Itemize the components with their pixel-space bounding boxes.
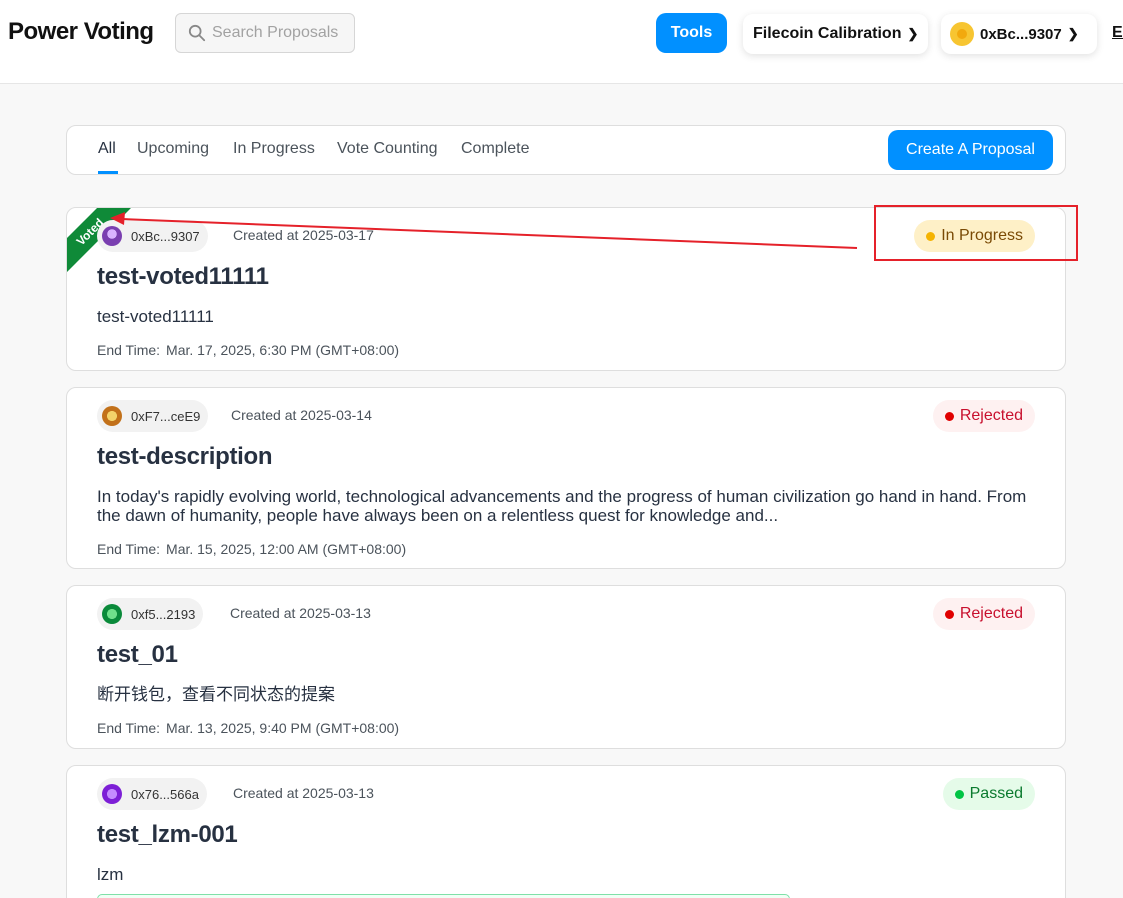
top-header: Power Voting Tools Filecoin Calibration …	[0, 0, 1123, 84]
proposal-description: lzm	[97, 865, 124, 884]
created-date: Created at 2025-03-14	[231, 407, 372, 423]
tab-complete[interactable]: Complete	[461, 140, 529, 158]
proposer-address-text: 0xF7...ceE9	[131, 408, 201, 424]
tab-all[interactable]: All	[98, 140, 116, 158]
status-dot-icon	[954, 789, 964, 799]
avatar	[102, 406, 122, 426]
tab-vote-counting[interactable]: Vote Counting	[337, 140, 438, 158]
avatar	[102, 784, 122, 804]
wallet-address: 0xBc...9307	[980, 25, 1062, 43]
end-time: End Time: Mar. 17, 2025, 6:30 PM (GMT+08:…	[97, 342, 405, 358]
created-date: Created at 2025-03-13	[230, 605, 371, 621]
network-label: Filecoin Calibration	[753, 25, 902, 42]
proposal-title: test_lzm-001	[97, 821, 238, 848]
status-dot-icon	[944, 609, 954, 619]
tab-upcoming[interactable]: Upcoming	[137, 140, 209, 158]
proposal-card[interactable]: 0x76...566a Created at 2025-03-13 Passed…	[66, 765, 1066, 898]
create-proposal-button[interactable]: Create A Proposal	[888, 130, 1053, 170]
end-time-value: Mar. 15, 2025, 12:00 AM (GMT+08:00)	[166, 541, 407, 557]
end-time-value: Mar. 17, 2025, 6:30 PM (GMT+08:00)	[166, 342, 400, 358]
proposer-address: 0xBc...9307	[97, 220, 208, 252]
proposer-address: 0xf5...2193	[97, 598, 204, 630]
proposer-address-text: 0xBc...9307	[131, 228, 200, 244]
end-time-label: End Time:	[97, 541, 161, 557]
proposal-description: In today's rapidly evolving world, techn…	[97, 487, 1027, 525]
app-logo[interactable]: Power Voting	[8, 18, 154, 46]
created-date: Created at 2025-03-13	[233, 785, 374, 801]
proposer-address: 0xF7...ceE9	[97, 400, 209, 432]
status-label: Rejected	[959, 605, 1023, 622]
chevron-down-icon: ❯	[907, 26, 919, 41]
avatar	[102, 226, 122, 246]
vote-result-bar	[97, 894, 790, 898]
proposer-address-text: 0xf5...2193	[131, 606, 196, 622]
language-switch[interactable]: EN	[1112, 24, 1123, 42]
network-selector[interactable]: Filecoin Calibration ❯	[743, 14, 928, 54]
proposal-card[interactable]: 0xf5...2193 Created at 2025-03-13 Reject…	[66, 585, 1066, 749]
end-time-value: Mar. 13, 2025, 9:40 PM (GMT+08:00)	[166, 720, 400, 736]
active-tab-indicator	[98, 171, 118, 174]
proposal-description: 断开钱包，查看不同状态的提案	[97, 685, 335, 704]
end-time: End Time: Mar. 13, 2025, 9:40 PM (GMT+08:…	[97, 720, 405, 736]
status-badge: Passed	[942, 778, 1035, 810]
wallet-coin-icon	[950, 22, 974, 46]
proposer-address-text: 0x76...566a	[131, 786, 199, 802]
search-box[interactable]	[175, 13, 355, 53]
chevron-down-icon: ❯	[1067, 26, 1079, 41]
status-dot-icon	[944, 411, 954, 421]
proposal-filter-tabs: All Upcoming In Progress Vote Counting C…	[66, 125, 1066, 175]
tab-in-progress[interactable]: In Progress	[233, 140, 315, 158]
end-time: End Time: Mar. 15, 2025, 12:00 AM (GMT+08…	[97, 541, 412, 557]
search-input[interactable]	[212, 24, 342, 42]
avatar	[102, 604, 122, 624]
search-icon	[188, 24, 206, 42]
status-badge: Rejected	[932, 598, 1035, 630]
proposal-title: test-description	[97, 443, 273, 470]
status-badge: Rejected	[932, 400, 1035, 432]
annotation-highlight-box	[874, 205, 1078, 261]
proposal-card[interactable]: 0xF7...ceE9 Created at 2025-03-14 Reject…	[66, 387, 1066, 569]
status-label: Passed	[969, 785, 1023, 802]
created-date: Created at 2025-03-17	[233, 227, 374, 243]
proposal-title: test_01	[97, 641, 178, 668]
proposal-title: test-voted11111	[97, 263, 269, 290]
end-time-label: End Time:	[97, 342, 161, 358]
tools-button[interactable]: Tools	[656, 13, 727, 53]
status-label: Rejected	[959, 407, 1023, 424]
proposal-description: test-voted11111	[97, 307, 214, 326]
wallet-button[interactable]: 0xBc...9307 ❯	[941, 14, 1097, 54]
proposer-address: 0x76...566a	[97, 778, 207, 810]
end-time-label: End Time:	[97, 720, 161, 736]
